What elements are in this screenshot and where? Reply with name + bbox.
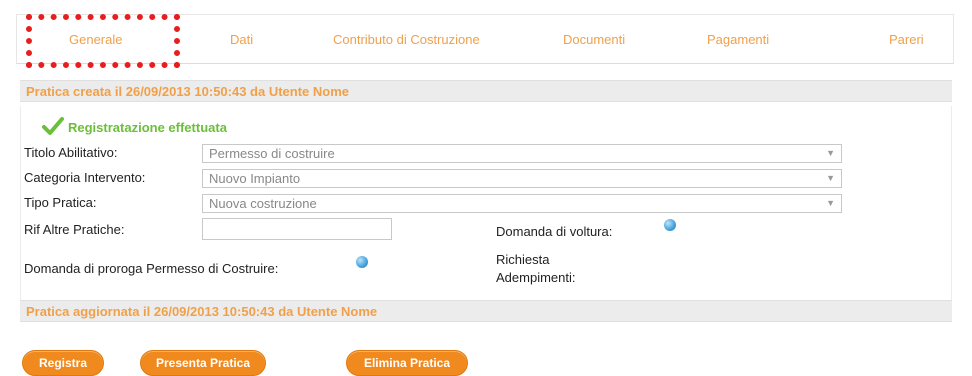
categoria-intervento-label: Categoria Intervento: (24, 170, 146, 185)
tipo-pratica-select[interactable]: Nuova costruzione ▼ (202, 194, 842, 213)
tab-bar: Generale Dati Contributo di Costruzione … (16, 14, 954, 64)
tab-pareri[interactable]: Pareri (889, 32, 924, 47)
titolo-abilitativo-select[interactable]: Permesso di costruire ▼ (202, 144, 842, 163)
presenta-pratica-button[interactable]: Presenta Pratica (140, 350, 266, 376)
titolo-abilitativo-label: Titolo Abilitativo: (24, 145, 118, 160)
chevron-down-icon: ▼ (826, 148, 835, 158)
chevron-down-icon: ▼ (826, 173, 835, 183)
info-icon[interactable] (664, 219, 676, 231)
check-icon (42, 116, 64, 139)
registration-success: Registratazione effettuata (42, 114, 227, 140)
updated-info-bar: Pratica aggiornata il 26/09/2013 10:50:4… (20, 300, 952, 322)
richiesta-adempimenti-label-line2: Adempimenti: (496, 270, 576, 285)
rif-altre-pratiche-input[interactable] (202, 218, 392, 240)
rif-altre-pratiche-label: Rif Altre Pratiche: (24, 222, 125, 237)
pratica-panel: Generale Dati Contributo di Costruzione … (16, 10, 954, 376)
tab-dati[interactable]: Dati (230, 32, 253, 47)
registra-button[interactable]: Registra (22, 350, 104, 376)
tab-documenti[interactable]: Documenti (563, 32, 625, 47)
titolo-abilitativo-value: Permesso di costruire (209, 146, 335, 161)
success-message: Registratazione effettuata (68, 119, 227, 135)
domanda-voltura-label: Domanda di voltura: (496, 224, 613, 239)
richiesta-adempimenti-label-line1: Richiesta (496, 252, 550, 267)
tab-pagamenti[interactable]: Pagamenti (707, 32, 769, 47)
info-icon[interactable] (356, 256, 368, 268)
chevron-down-icon: ▼ (826, 198, 835, 208)
tipo-pratica-value: Nuova costruzione (209, 196, 317, 211)
tipo-pratica-label: Tipo Pratica: (24, 195, 97, 210)
elimina-pratica-button[interactable]: Elimina Pratica (346, 350, 468, 376)
domanda-proroga-label: Domanda di proroga Permesso di Costruire… (24, 261, 279, 276)
categoria-intervento-value: Nuovo Impianto (209, 171, 301, 186)
tab-contributo-di-costruzione[interactable]: Contributo di Costruzione (333, 32, 480, 47)
tab-generale[interactable]: Generale (69, 32, 122, 47)
created-info-bar: Pratica creata il 26/09/2013 10:50:43 da… (20, 80, 952, 102)
categoria-intervento-select[interactable]: Nuovo Impianto ▼ (202, 169, 842, 188)
